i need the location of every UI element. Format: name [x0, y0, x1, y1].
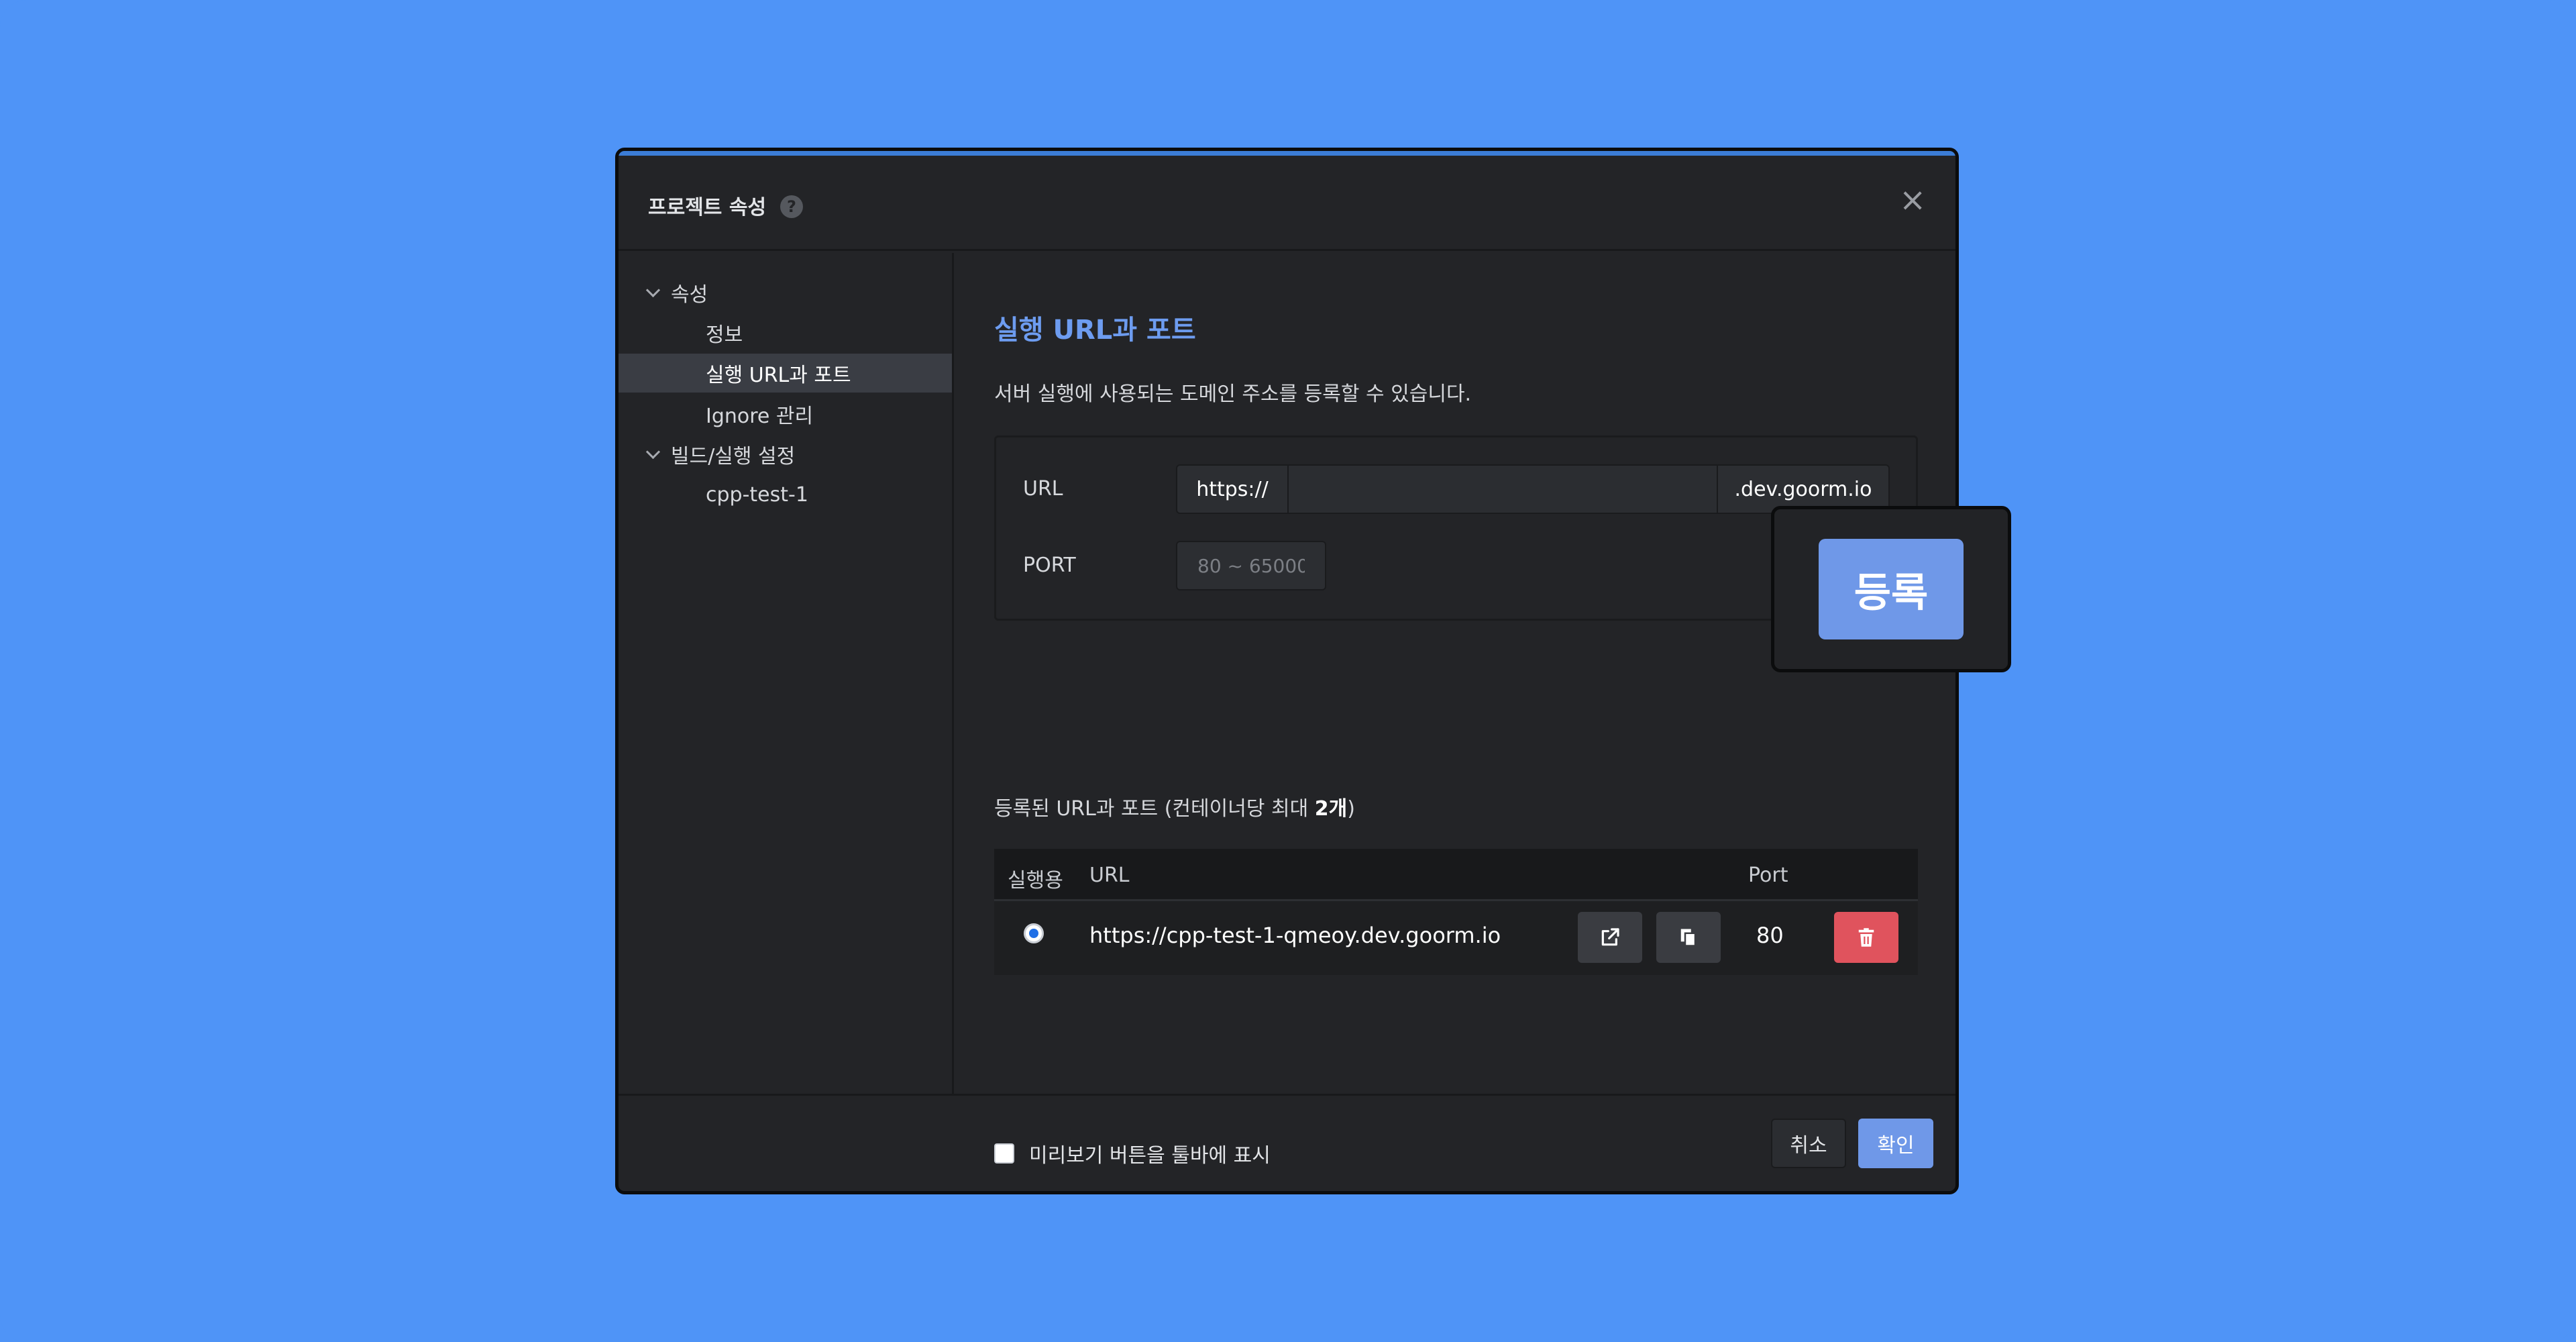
chevron-down-icon	[645, 285, 660, 300]
sidebar-group-build-run[interactable]: 빌드/실행 설정	[619, 435, 952, 474]
copy-url-button[interactable]	[1656, 912, 1721, 963]
section-description: 서버 실행에 사용되는 도메인 주소를 등록할 수 있습니다.	[994, 382, 1472, 406]
main-content: 실행 URL과 포트 서버 실행에 사용되는 도메인 주소를 등록할 수 있습니…	[994, 253, 1955, 1168]
sidebar-item-label: 정보	[706, 323, 743, 347]
sidebar-group-label: 빌드/실행 설정	[671, 445, 796, 468]
list-title-text: 등록된 URL과 포트 (컨테이너당 최대	[994, 797, 1315, 821]
header-run: 실행용	[1008, 869, 1063, 892]
sidebar-item-label: Ignore 관리	[706, 405, 814, 428]
list-title-max: 2개	[1314, 797, 1348, 821]
confirm-button[interactable]: 확인	[1858, 1119, 1933, 1168]
copy-icon	[1680, 929, 1697, 947]
table-row: https://cpp-test-1-qmeoy.dev.goorm.io 80	[994, 901, 1918, 975]
sidebar: 속성 정보 실행 URL과 포트 Ignore 관리 빌드/실행 설정 cpp-…	[619, 253, 954, 1094]
sidebar-item-info[interactable]: 정보	[619, 313, 952, 352]
register-button[interactable]: 등록	[1819, 539, 1964, 639]
background: 프로젝트 속성 ? × 속성 정보 실행 URL과 포트 Ignore 관리 빌…	[0, 0, 2576, 1342]
port-input[interactable]	[1176, 541, 1326, 590]
open-url-button[interactable]	[1578, 912, 1642, 963]
url-input[interactable]	[1289, 464, 1717, 514]
sidebar-item-ignore[interactable]: Ignore 관리	[619, 395, 952, 433]
sidebar-item-run-url-port[interactable]: 실행 URL과 포트	[619, 354, 952, 393]
chevron-down-icon	[645, 447, 660, 462]
url-prefix: https://	[1176, 464, 1289, 514]
port-label: PORT	[1023, 554, 1076, 577]
register-callout: 등록	[1771, 506, 2011, 672]
run-radio[interactable]	[1024, 923, 1044, 943]
list-title-end: )	[1347, 797, 1355, 821]
external-link-icon	[1601, 928, 1619, 946]
sidebar-item-label: 실행 URL과 포트	[706, 364, 851, 387]
header-url: URL	[1089, 864, 1130, 887]
registered-list-title: 등록된 URL과 포트 (컨테이너당 최대 2개)	[994, 792, 1355, 821]
sidebar-group-label: 속성	[671, 283, 708, 307]
table-header: 실행용 URL Port	[994, 849, 1918, 901]
close-icon[interactable]: ×	[1899, 184, 1926, 216]
trash-icon	[1858, 928, 1874, 947]
header-port: Port	[1748, 864, 1788, 887]
row-url: https://cpp-test-1-qmeoy.dev.goorm.io	[1089, 923, 1501, 948]
url-label: URL	[1023, 477, 1063, 501]
section-title: 실행 URL과 포트	[994, 315, 1196, 346]
sidebar-group-properties[interactable]: 속성	[619, 273, 952, 312]
row-port: 80	[1756, 923, 1784, 948]
dialog-footer: 취소 확인	[619, 1094, 1955, 1191]
dialog-header: 프로젝트 속성 ? ×	[619, 156, 1955, 251]
dialog-title: 프로젝트 속성	[648, 196, 767, 219]
delete-url-button[interactable]	[1834, 912, 1898, 963]
sidebar-item-label: cpp-test-1	[706, 482, 808, 507]
project-properties-dialog: 프로젝트 속성 ? × 속성 정보 실행 URL과 포트 Ignore 관리 빌…	[615, 148, 1959, 1194]
help-icon[interactable]: ?	[780, 195, 803, 218]
registered-url-table: 실행용 URL Port https://cpp-test-1-qmeoy.de…	[994, 849, 1918, 975]
sidebar-item-cpp-test-1[interactable]: cpp-test-1	[619, 475, 952, 514]
cancel-button[interactable]: 취소	[1771, 1119, 1846, 1168]
